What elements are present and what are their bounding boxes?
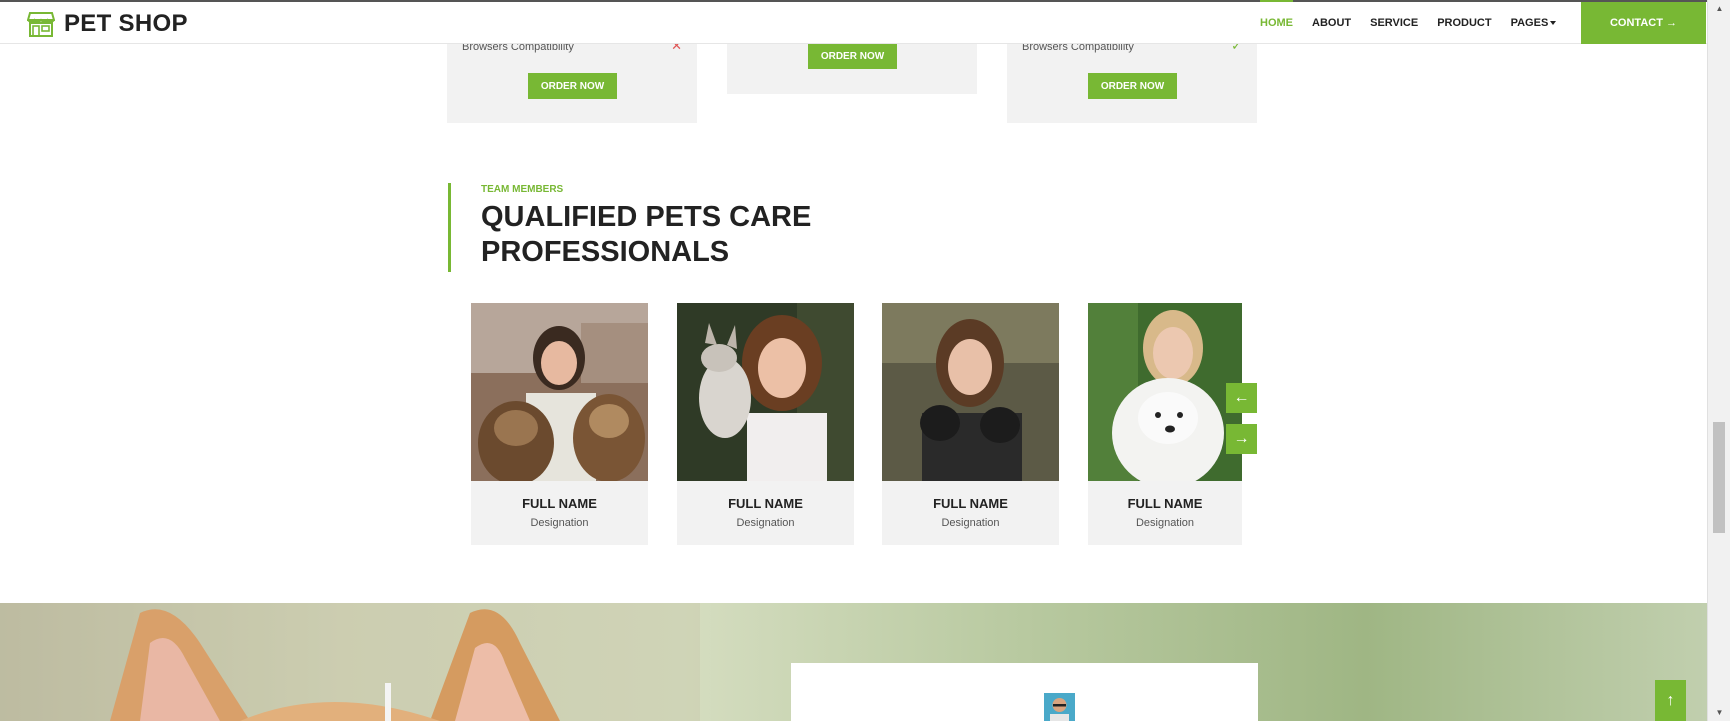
team-member-card[interactable]: FULL NAME Designation xyxy=(471,303,648,545)
page-scrollbar[interactable]: ▲ ▼ xyxy=(1707,0,1730,721)
order-now-button[interactable]: ORDER NOW xyxy=(808,43,897,69)
arrow-up-icon: ↑ xyxy=(1666,691,1675,709)
nav-item-product[interactable]: PRODUCT xyxy=(1437,2,1491,44)
member-designation: Designation xyxy=(941,517,1000,529)
member-name: FULL NAME xyxy=(522,496,597,511)
nav-item-label: PRODUCT xyxy=(1437,17,1492,29)
testimonial-avatar xyxy=(1044,693,1075,721)
brand-logo[interactable]: PET SHOP xyxy=(27,10,188,38)
nav-item-service[interactable]: SERVICE xyxy=(1370,2,1418,44)
scroll-down-icon[interactable]: ▼ xyxy=(1708,704,1730,721)
member-name: FULL NAME xyxy=(1127,496,1203,511)
team-section-heading: TEAM MEMBERS QUALIFIED PETS CARE PROFESS… xyxy=(448,183,841,272)
member-name: FULL NAME xyxy=(933,496,1008,511)
nav-item-label: ABOUT xyxy=(1312,17,1352,29)
team-member-card[interactable]: FULL NAME Designation xyxy=(882,303,1059,545)
member-designation: Designation xyxy=(530,517,589,529)
section-eyebrow: TEAM MEMBERS xyxy=(481,184,564,195)
team-member-photo xyxy=(1088,303,1242,481)
nav-menu: HOME ABOUT SERVICE PRODUCT PAGES xyxy=(1260,0,1575,44)
member-designation: Designation xyxy=(736,517,795,529)
team-member-card[interactable]: FULL NAME Designation xyxy=(1088,303,1242,545)
nav-item-pages-dropdown[interactable]: PAGES xyxy=(1511,2,1557,44)
back-to-top-button[interactable]: ↑ xyxy=(1655,680,1686,721)
section-title: QUALIFIED PETS CARE PROFESSIONALS xyxy=(481,201,812,268)
nav-item-label: SERVICE xyxy=(1370,17,1419,29)
team-member-card[interactable]: FULL NAME Designation xyxy=(677,303,854,545)
scroll-up-icon[interactable]: ▲ xyxy=(1708,0,1730,17)
team-member-photo xyxy=(471,303,648,481)
carousel-next-button[interactable]: → xyxy=(1226,424,1257,454)
contact-button-label: CONTACT → xyxy=(1609,17,1677,29)
scrollbar-thumb[interactable] xyxy=(1713,422,1725,533)
testimonial-banner xyxy=(0,603,1707,721)
team-member-photo xyxy=(677,303,854,481)
nav-item-home[interactable]: HOME xyxy=(1260,0,1293,44)
nav-item-label: HOME xyxy=(1260,17,1293,29)
caret-down-icon xyxy=(1550,21,1557,25)
member-name: FULL NAME xyxy=(728,496,803,511)
contact-button[interactable]: CONTACT → xyxy=(1581,2,1706,44)
member-designation: Designation xyxy=(1135,517,1195,529)
carousel-prev-button[interactable]: ← xyxy=(1226,383,1257,413)
page: PET SHOP HOME ABOUT SERVICE PRODUCT PAGE… xyxy=(0,0,1730,721)
order-now-button[interactable]: ORDER NOW xyxy=(1088,73,1177,99)
team-member-photo xyxy=(882,303,1059,481)
arrow-right-icon: → xyxy=(1233,430,1250,447)
arrow-left-icon: ← xyxy=(1233,389,1250,406)
testimonial-card xyxy=(791,663,1258,721)
nav-item-label: PAGES xyxy=(1510,17,1549,29)
nav-item-about[interactable]: ABOUT xyxy=(1312,2,1351,44)
brand-name: PET SHOP xyxy=(64,10,188,37)
navbar: PET SHOP HOME ABOUT SERVICE PRODUCT PAGE… xyxy=(0,0,1707,44)
storefront-icon xyxy=(27,12,55,37)
order-now-button[interactable]: ORDER NOW xyxy=(528,73,617,99)
dog-ears-image xyxy=(0,603,700,721)
